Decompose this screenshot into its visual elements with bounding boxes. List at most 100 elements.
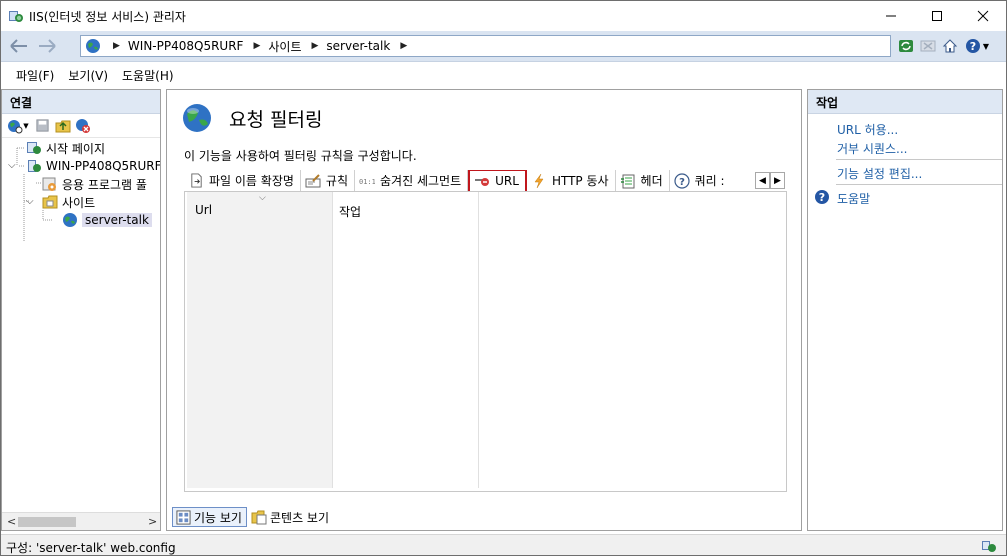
forward-button[interactable] [35,35,59,57]
menu-view[interactable]: 보기(V) [68,67,108,84]
tab-http-verbs[interactable]: HTTP 동사 [526,170,616,191]
tab-scroll-arrows: ◀ ▶ [755,172,785,189]
tree-horizontal-scrollbar[interactable]: < > [2,512,160,530]
filter-tabs: 파일 이름 확장명 규칙 01:10 숨겨진 세그먼트 URL HTTP 동사 … [184,170,787,192]
feature-description: 이 기능을 사용하여 필터링 규칙을 구성합니다. [184,149,417,163]
stop-button[interactable] [919,37,937,55]
server-icon [28,160,41,172]
query-help-icon: ? [674,172,690,189]
minimize-icon [886,15,896,17]
connect-button[interactable]: ▼ [5,117,31,134]
window-title: IIS(인터넷 정보 서비스) 관리자 [29,10,186,24]
edit-feature-settings-link[interactable]: 기능 설정 편집... [837,165,922,182]
tab-hidden-segments[interactable]: 01:10 숨겨진 세그먼트 [355,170,469,191]
server-collapse-icon[interactable]: ⌵ [8,160,16,171]
save-button[interactable] [34,117,51,134]
back-button[interactable] [7,35,31,57]
hidden-segment-icon: 01:10 [359,178,375,186]
actions-divider [836,159,1002,160]
deny-sequence-link[interactable]: 거부 시퀀스... [837,140,907,157]
home-button[interactable] [941,37,959,55]
feature-pane: 요청 필터링 이 기능을 사용하여 필터링 규칙을 구성합니다. 파일 이름 확… [166,89,802,531]
lightning-icon [534,173,544,188]
scroll-left-icon[interactable]: < [7,515,16,528]
file-extension-icon [190,173,202,188]
sort-chevron-icon: ⌵ [259,193,266,203]
breadcrumb-server[interactable]: WIN-PP408Q5RURF ▶ [128,39,268,53]
scrollbar-thumb[interactable] [18,517,76,527]
status-bar: 구성: 'server-talk' web.config [1,534,1006,555]
breadcrumb-sites[interactable]: 사이트 ▶ [268,38,326,55]
network-status-icon [982,541,996,552]
page-title: 요청 필터링 [229,108,323,131]
content-view-icon [251,510,267,525]
column-header-action[interactable]: 작업 [339,203,361,220]
folder-up-icon [55,120,70,132]
sites-collapse-icon[interactable]: ⌵ [26,196,34,207]
disconnect-button[interactable] [74,117,91,134]
tree-start-page[interactable]: 시작 페이지 [26,139,105,157]
stop-icon [920,40,936,52]
tree-site-server-talk[interactable]: server-talk [62,211,152,229]
menu-help[interactable]: 도움말(H) [122,67,174,84]
minimize-button[interactable] [868,1,914,31]
connections-tree: 시작 페이지 ⌵ WIN-PP408Q5RURF(\ 응용 프로그램 풀 ⌵ 사… [2,138,160,514]
connect-globe-icon [8,119,23,133]
tab-query-strings[interactable]: ? 쿼리 : [669,170,731,191]
tree-server[interactable]: WIN-PP408Q5RURF(\ [26,157,160,175]
refresh-icon [899,40,913,52]
start-page-icon [27,142,41,154]
app-pool-icon [42,177,56,191]
help-link[interactable]: 도움말 [837,190,870,207]
address-separator: ▶ [113,41,120,51]
tree-sites[interactable]: 사이트 [42,193,95,211]
actions-pane: 작업 URL 허용... 거부 시퀀스... 기능 설정 편집... ? 도움말 [807,89,1003,531]
close-icon [977,10,989,22]
refresh-button[interactable] [897,37,915,55]
actions-divider-2 [836,184,1002,185]
navigation-bar: ▶ WIN-PP408Q5RURF ▶ 사이트 ▶ server-talk ▶ ? ▼ [1,31,1006,62]
rules-icon [305,173,321,187]
allow-url-link[interactable]: URL 허용... [837,121,898,138]
tab-file-extensions[interactable]: 파일 이름 확장명 [184,170,301,191]
tree-app-pools[interactable]: 응용 프로그램 풀 [42,175,147,193]
headers-icon [620,174,635,188]
actions-title: 작업 [808,90,1002,114]
feature-header: 요청 필터링 [181,102,322,134]
svg-text:?: ? [970,40,976,53]
address-bar[interactable]: ▶ WIN-PP408Q5RURF ▶ 사이트 ▶ server-talk ▶ [80,35,891,57]
column-url: ⌵ Url [187,192,332,488]
tab-scroll-left-button[interactable]: ◀ [755,172,770,189]
up-folder-button[interactable] [54,117,71,134]
svg-text:?: ? [679,177,685,188]
connections-title: 연결 [2,90,160,114]
column-action: 작업 [332,192,479,488]
breadcrumb-site[interactable]: server-talk ▶ [326,39,415,53]
help-icon: ? [965,39,980,53]
status-text: 구성: 'server-talk' web.config [6,541,176,555]
maximize-button[interactable] [914,1,960,31]
home-icon [942,39,958,53]
scroll-right-icon[interactable]: > [148,515,157,528]
request-filtering-globe-icon [183,104,211,132]
forward-arrow-icon [39,39,56,53]
column-header-url[interactable]: Url [195,203,212,217]
tab-rules[interactable]: 규칙 [300,170,356,191]
content-view-button[interactable]: 콘텐츠 보기 [249,507,333,527]
tab-headers[interactable]: 헤더 [615,170,670,191]
menu-file[interactable]: 파일(F) [16,67,54,84]
tab-url[interactable]: URL [468,170,527,191]
help-icon: ? [815,190,829,204]
svg-text:?: ? [819,191,825,204]
nav-tools: ? ▼ [897,35,991,57]
connections-toolbar: ▼ [2,114,160,138]
close-button[interactable] [960,1,1006,31]
help-menu-button[interactable]: ? ▼ [963,37,991,55]
connect-dropdown-icon: ▼ [23,121,29,130]
tab-scroll-right-button[interactable]: ▶ [770,172,785,189]
maximize-icon [932,11,942,21]
features-view-button[interactable]: 기능 보기 [172,507,247,527]
title-bar: IIS(인터넷 정보 서비스) 관리자 [1,1,1006,31]
globe-icon [86,39,100,53]
url-rules-list[interactable]: ⌵ Url 작업 [184,191,787,492]
